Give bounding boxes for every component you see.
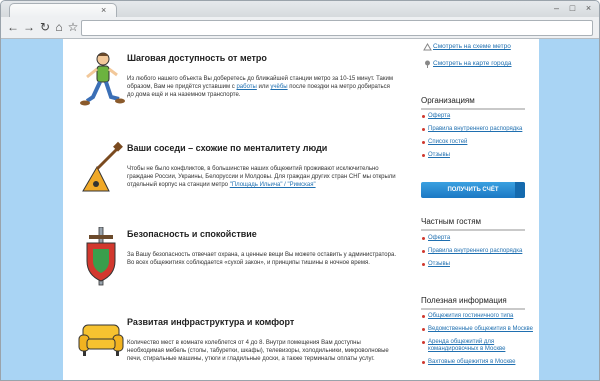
info-link-departmental[interactable]: Ведомственные общежития в Москве bbox=[421, 326, 539, 333]
divider bbox=[421, 108, 525, 110]
feature-infrastructure: Развитая инфраструктура и комфорт Количе… bbox=[63, 317, 403, 380]
info-link-business-travel[interactable]: Аренда общежитий для командировочных в М… bbox=[421, 339, 539, 353]
forward-arrow-icon[interactable]: → bbox=[21, 19, 37, 35]
feature-text: Из любого нашего объекта Вы доберетесь д… bbox=[127, 76, 393, 98]
maximize-icon[interactable]: □ bbox=[566, 2, 579, 14]
guest-link-offer[interactable]: Оферта bbox=[421, 235, 539, 242]
window-controls: – □ × bbox=[550, 2, 595, 14]
feature-text: Количество мест в комнате колеблется от … bbox=[127, 340, 389, 362]
organizations-links: Оферта Правила внутреннего распорядка Сп… bbox=[421, 113, 539, 159]
walking-man-icon bbox=[80, 52, 125, 106]
link-study[interactable]: учёбы bbox=[270, 84, 287, 90]
org-link-guest-list[interactable]: Список гостей bbox=[421, 139, 539, 146]
link-work[interactable]: работы bbox=[236, 84, 256, 90]
guest-link-rules[interactable]: Правила внутреннего распорядка bbox=[421, 248, 539, 255]
feature-title: Ваши соседи – схожие по менталитету люди bbox=[127, 143, 328, 153]
map-pin-icon bbox=[425, 60, 430, 68]
feature-neighbors: Ваши соседи – схожие по менталитету люди… bbox=[63, 141, 403, 223]
browser-tab[interactable]: × bbox=[9, 3, 117, 17]
address-bar[interactable] bbox=[81, 20, 593, 36]
web-page: Шаговая доступность от метро Из любого н… bbox=[63, 39, 539, 380]
organizations-heading: Организациям bbox=[421, 96, 475, 105]
private-guests-heading: Частным гостям bbox=[421, 217, 482, 226]
bookmark-star-icon[interactable]: ☆ bbox=[65, 19, 81, 35]
close-icon[interactable]: × bbox=[582, 2, 595, 14]
shield-sword-icon bbox=[86, 227, 116, 286]
feature-metro: Шаговая доступность от метро Из любого н… bbox=[63, 52, 403, 123]
get-invoice-button[interactable]: ПОЛУЧИТЬ СЧЁТ bbox=[421, 182, 525, 198]
title-bar: × – □ × bbox=[1, 1, 599, 17]
sofa-icon bbox=[78, 324, 124, 356]
info-link-hotel-type[interactable]: Общежития гостиничного типа bbox=[421, 313, 539, 320]
useful-info-links: Общежития гостиничного типа Ведомственны… bbox=[421, 313, 539, 366]
guest-link-reviews[interactable]: Отзывы bbox=[421, 261, 539, 268]
metro-icon bbox=[423, 43, 432, 51]
org-link-rules[interactable]: Правила внутреннего распорядка bbox=[421, 126, 539, 133]
back-arrow-icon[interactable]: ← bbox=[5, 19, 21, 35]
private-guests-links: Оферта Правила внутреннего распорядка От… bbox=[421, 235, 539, 268]
minimize-icon[interactable]: – bbox=[550, 2, 563, 14]
browser-window: × – □ × ← → ↻ ⌂ ☆ Шаговая доступность от… bbox=[0, 0, 600, 381]
feature-text: Чтобы не было конфликтов, в большинстве … bbox=[127, 166, 396, 188]
link-metro-station[interactable]: "Площадь Ильича" / "Римская" bbox=[230, 182, 316, 188]
org-link-reviews[interactable]: Отзывы bbox=[421, 152, 539, 159]
feature-title: Развитая инфраструктура и комфорт bbox=[127, 317, 295, 327]
divider bbox=[421, 308, 525, 310]
map-city-link[interactable]: Смотреть на карте города bbox=[433, 60, 512, 67]
browser-toolbar: ← → ↻ ⌂ ☆ bbox=[1, 17, 599, 39]
info-link-shift-workers[interactable]: Вахтовые общежития в Москве bbox=[421, 359, 539, 366]
feature-text: За Вашу безопасность отвечает охрана, а … bbox=[127, 252, 396, 266]
useful-info-heading: Полезная информация bbox=[421, 296, 507, 305]
feature-title: Шаговая доступность от метро bbox=[127, 53, 267, 63]
balalaika-icon bbox=[82, 141, 123, 192]
feature-security: Безопасность и спокойствие За Вашу безоп… bbox=[63, 227, 403, 299]
map-metro-link[interactable]: Смотреть на схеме метро bbox=[433, 43, 511, 50]
feature-title: Безопасность и спокойствие bbox=[127, 229, 257, 239]
divider bbox=[421, 229, 525, 231]
org-link-offer[interactable]: Оферта bbox=[421, 113, 539, 120]
tab-close-icon[interactable]: × bbox=[101, 4, 106, 16]
